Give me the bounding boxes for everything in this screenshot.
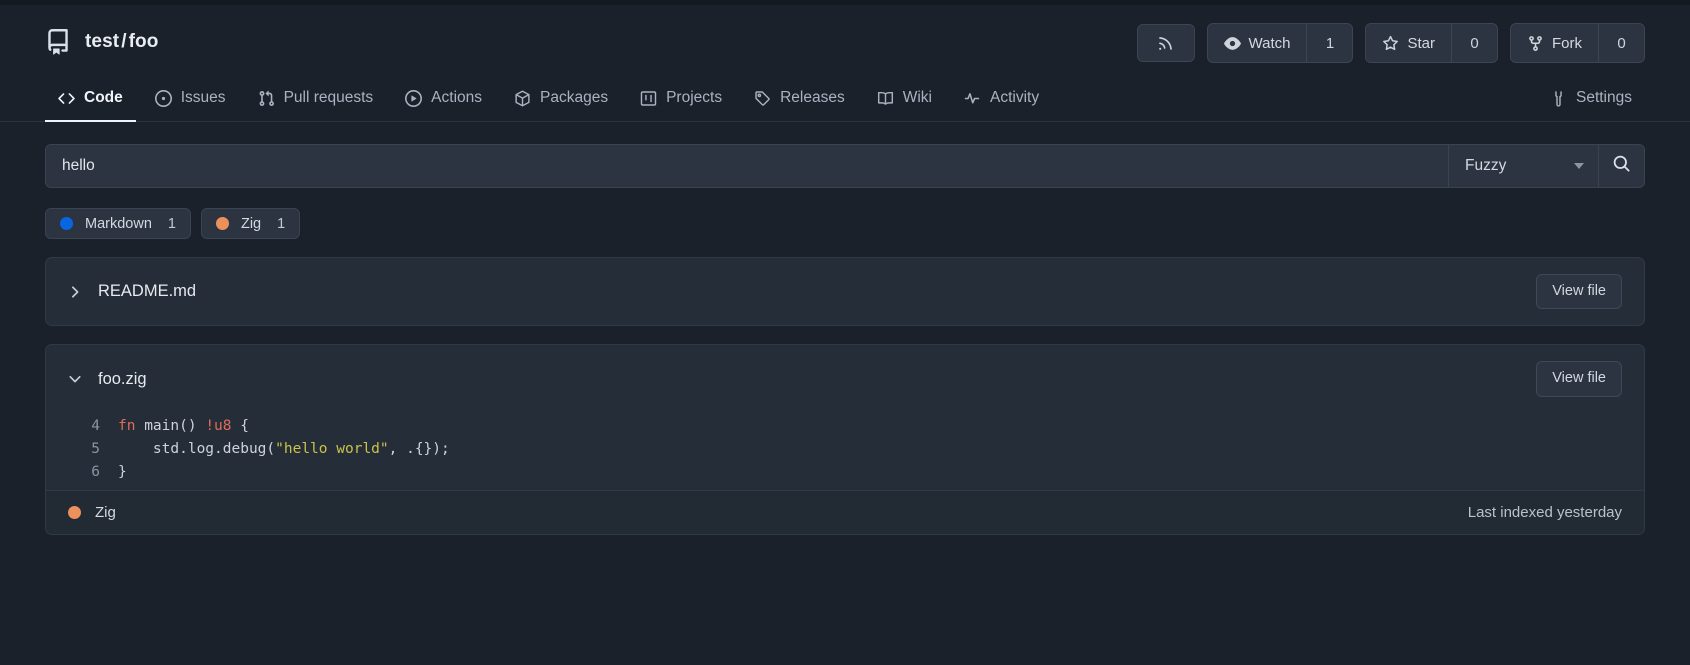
- repository-header: test/foo Watch: [0, 5, 1690, 63]
- issue-opened-icon: [155, 90, 172, 107]
- rss-feed-button[interactable]: [1137, 24, 1195, 62]
- repository-actions: Watch 1 Star 0: [1137, 23, 1645, 63]
- tab-pull-requests-label: Pull requests: [284, 89, 374, 107]
- code-icon: [58, 90, 75, 107]
- fork-icon: [1527, 35, 1544, 52]
- fork-button-group: Fork 0: [1510, 23, 1645, 63]
- code-search-row: Fuzzy: [0, 122, 1690, 188]
- fork-count[interactable]: 0: [1598, 24, 1644, 62]
- tab-actions[interactable]: Actions: [392, 79, 495, 122]
- git-pull-request-icon: [258, 90, 275, 107]
- repo-name[interactable]: foo: [129, 31, 159, 52]
- code-line: 4fn main() !u8 {: [46, 415, 1644, 438]
- search-submit-button[interactable]: [1598, 145, 1644, 187]
- repository-title: test/foo: [45, 23, 158, 55]
- package-icon: [514, 90, 531, 107]
- code-line-number: 6: [46, 461, 118, 484]
- tab-activity[interactable]: Activity: [951, 79, 1052, 122]
- search-result-card: foo.zig View file 4fn main() !u8 {5 std.…: [45, 344, 1645, 534]
- tab-activity-label: Activity: [990, 89, 1039, 107]
- star-icon: [1382, 35, 1399, 52]
- pulse-icon: [964, 90, 981, 107]
- star-count[interactable]: 0: [1451, 24, 1497, 62]
- tab-issues[interactable]: Issues: [142, 79, 239, 122]
- repo-separator: /: [119, 31, 128, 52]
- result-footer: Zig Last indexed yesterday: [46, 490, 1644, 534]
- tab-pull-requests[interactable]: Pull requests: [245, 79, 387, 122]
- result-filename[interactable]: foo.zig: [98, 370, 147, 389]
- view-file-button[interactable]: View file: [1536, 361, 1622, 396]
- play-icon: [405, 90, 422, 107]
- tab-releases[interactable]: Releases: [741, 79, 858, 122]
- watch-count[interactable]: 1: [1306, 24, 1352, 62]
- search-input[interactable]: [46, 145, 1448, 187]
- tab-releases-label: Releases: [780, 89, 845, 107]
- star-button[interactable]: Star: [1366, 24, 1451, 62]
- language-filter-list: Markdown 1 Zig 1: [0, 188, 1690, 239]
- tab-issues-label: Issues: [181, 89, 226, 107]
- language-filter-count: 1: [277, 216, 285, 232]
- language-color-dot: [216, 217, 229, 230]
- language-filter-markdown[interactable]: Markdown 1: [45, 208, 191, 239]
- tab-wiki-label: Wiki: [903, 89, 932, 107]
- watch-button-group: Watch 1: [1207, 23, 1354, 63]
- search-results-list: README.md View file foo.zig View file 4f: [0, 239, 1690, 535]
- rss-icon: [1157, 35, 1174, 52]
- tab-packages[interactable]: Packages: [501, 79, 621, 122]
- language-filter-count: 1: [168, 216, 176, 232]
- code-line-number: 5: [46, 438, 118, 461]
- chevron-down-icon: [1574, 163, 1584, 169]
- result-header[interactable]: README.md View file: [46, 258, 1644, 325]
- project-icon: [640, 90, 657, 107]
- view-file-button[interactable]: View file: [1536, 274, 1622, 309]
- repository-nav: Code Issues: [0, 79, 1690, 122]
- code-snippet: 4fn main() !u8 {5 std.log.debug("hello w…: [46, 413, 1644, 490]
- code-line: 5 std.log.debug("hello world", .{});: [46, 438, 1644, 461]
- repo-book-icon: [45, 29, 71, 55]
- search-mode-label: Fuzzy: [1465, 157, 1506, 175]
- code-line-source: }: [118, 461, 127, 484]
- result-indexed-time: Last indexed yesterday: [1468, 504, 1622, 521]
- chevron-right-icon[interactable]: [68, 285, 82, 299]
- fork-button[interactable]: Fork: [1511, 24, 1598, 62]
- eye-icon: [1224, 35, 1241, 52]
- fork-label: Fork: [1552, 35, 1582, 52]
- result-header[interactable]: foo.zig View file: [46, 345, 1644, 412]
- book-icon: [877, 90, 894, 107]
- code-search-bar: Fuzzy: [45, 144, 1645, 188]
- tab-code[interactable]: Code: [45, 79, 136, 122]
- tab-settings-label: Settings: [1576, 89, 1632, 107]
- tab-code-label: Code: [84, 89, 123, 107]
- code-line-source: fn main() !u8 {: [118, 415, 249, 438]
- result-filename[interactable]: README.md: [98, 282, 196, 301]
- search-mode-select[interactable]: Fuzzy: [1448, 145, 1598, 187]
- page-title: test/foo: [85, 31, 158, 53]
- chevron-down-icon[interactable]: [68, 372, 82, 386]
- code-line-number: 4: [46, 415, 118, 438]
- wrench-icon: [1550, 90, 1567, 107]
- tab-wiki[interactable]: Wiki: [864, 79, 945, 122]
- repo-code-search-page: test/foo Watch: [0, 0, 1690, 665]
- tab-settings[interactable]: Settings: [1537, 79, 1645, 122]
- search-result-card: README.md View file: [45, 257, 1645, 326]
- language-color-dot: [60, 217, 73, 230]
- tab-projects[interactable]: Projects: [627, 79, 735, 122]
- watch-label: Watch: [1249, 35, 1291, 52]
- result-language: Zig: [95, 504, 116, 521]
- code-line: 6}: [46, 461, 1644, 484]
- tab-projects-label: Projects: [666, 89, 722, 107]
- star-button-group: Star 0: [1365, 23, 1498, 63]
- language-filter-zig[interactable]: Zig 1: [201, 208, 300, 239]
- tag-icon: [754, 90, 771, 107]
- language-filter-label: Markdown: [85, 216, 152, 232]
- language-color-dot: [68, 506, 81, 519]
- star-label: Star: [1407, 35, 1435, 52]
- code-line-source: std.log.debug("hello world", .{});: [118, 438, 450, 461]
- search-icon: [1612, 154, 1631, 178]
- tab-packages-label: Packages: [540, 89, 608, 107]
- watch-button[interactable]: Watch: [1208, 24, 1307, 62]
- language-filter-label: Zig: [241, 216, 261, 232]
- tab-actions-label: Actions: [431, 89, 482, 107]
- repo-owner[interactable]: test: [85, 31, 119, 52]
